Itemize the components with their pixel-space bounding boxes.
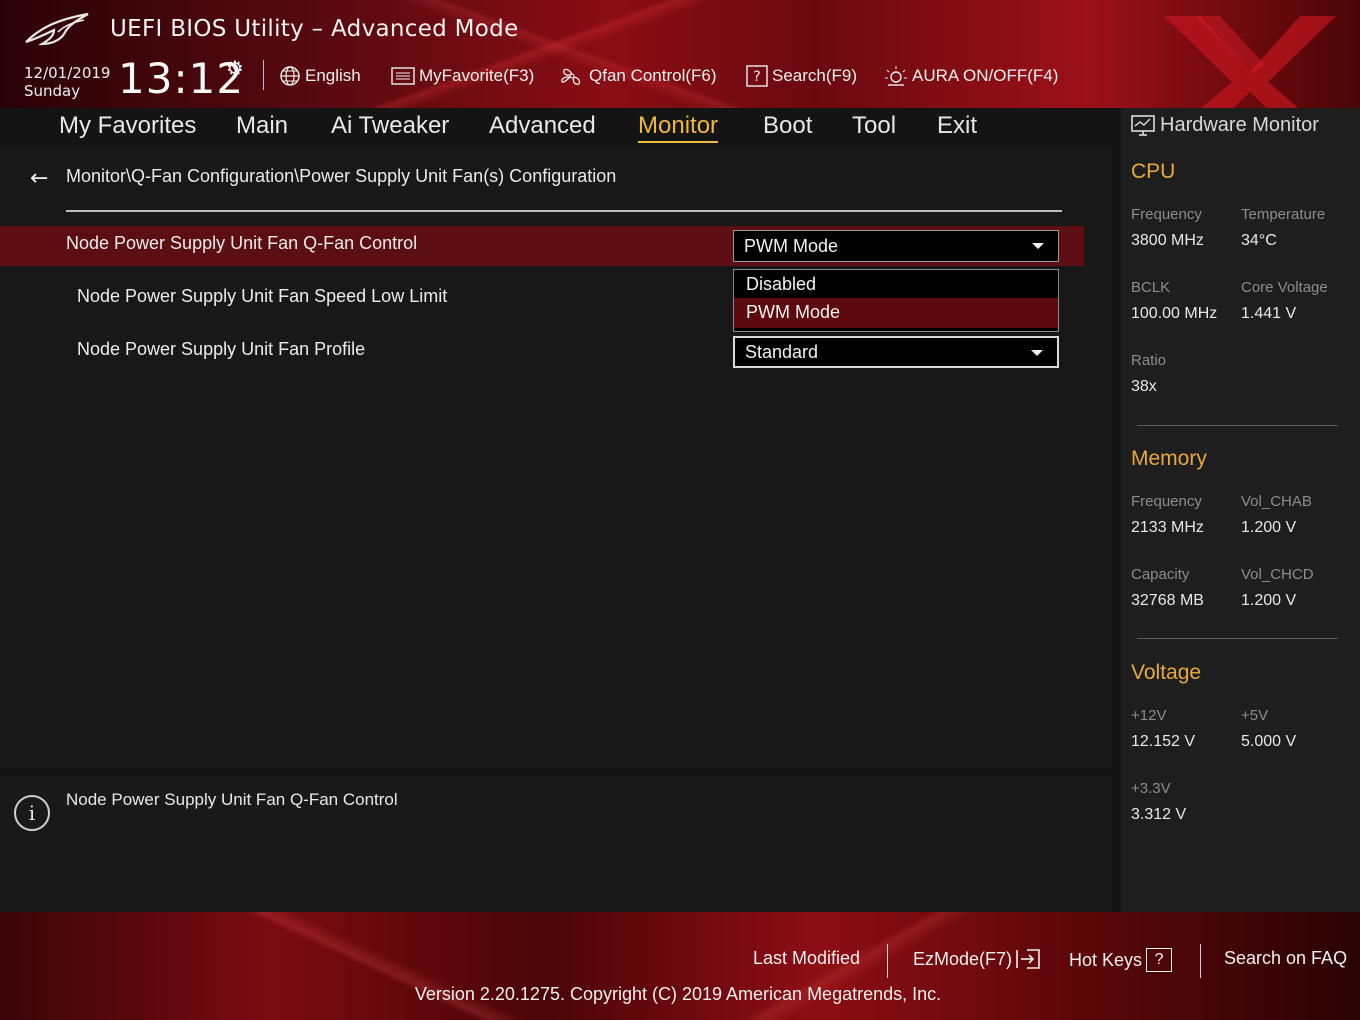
tab-ai-tweaker[interactable]: Ai Tweaker <box>331 112 449 140</box>
fan-profile-select[interactable]: Standard <box>733 336 1059 368</box>
breadcrumb-divider <box>66 210 1062 212</box>
fan-profile-value: Standard <box>745 341 819 362</box>
aura-toggle-button[interactable]: AURA ON/OFF(F4) <box>884 64 1058 88</box>
v12-label: +12V <box>1131 707 1167 724</box>
cpu-temperature-value: 34°C <box>1241 232 1277 249</box>
memory-frequency-label: Frequency <box>1131 493 1202 510</box>
clock-settings-gear-icon[interactable]: ⚙ <box>226 56 244 80</box>
dropdown-option-disabled[interactable]: Disabled <box>734 270 1058 300</box>
help-search-icon: ? <box>746 65 768 87</box>
last-modified-label: Last Modified <box>753 948 861 968</box>
app-title: UEFI BIOS Utility – Advanced Mode <box>110 16 519 42</box>
my-favorite-button[interactable]: MyFavorite(F3) <box>391 64 534 88</box>
tab-advanced[interactable]: Advanced <box>489 112 596 140</box>
dropdown-option-pwm-mode[interactable]: PWM Mode <box>734 298 1058 328</box>
core-voltage-value: 1.441 V <box>1241 305 1297 322</box>
date-display: 12/01/2019 Sunday <box>24 64 110 100</box>
version-text: Version 2.20.1275. Copyright (C) 2019 Am… <box>0 984 1360 1005</box>
ezmode-button[interactable]: EzMode(F7) <box>913 948 1041 970</box>
option-label-speed-low-limit[interactable]: Node Power Supply Unit Fan Speed Low Lim… <box>77 286 447 307</box>
aura-light-icon <box>884 65 908 87</box>
cpu-temperature-label: Temperature <box>1241 206 1326 223</box>
header-divider <box>263 60 264 90</box>
search-faq-button[interactable]: Search on FAQ <box>1224 948 1347 969</box>
tab-monitor[interactable]: Monitor <box>638 112 719 143</box>
qfan-control-select[interactable]: PWM Mode <box>733 230 1059 262</box>
ezmode-exit-icon <box>1015 948 1041 970</box>
voltage-heading: Voltage <box>1131 661 1202 684</box>
ratio-value: 38x <box>1131 378 1157 395</box>
rog-logo-icon <box>25 12 89 46</box>
search-label: Search(F9) <box>772 66 858 85</box>
cpu-heading: CPU <box>1131 160 1176 183</box>
version-label: Version 2.20.1275. Copyright (C) 2019 Am… <box>414 984 942 1004</box>
globe-icon <box>279 65 301 87</box>
memory-heading: Memory <box>1131 447 1207 470</box>
v5-value: 5.000 V <box>1241 733 1297 750</box>
chevron-down-icon <box>1031 350 1043 356</box>
tab-boot[interactable]: Boot <box>763 112 812 140</box>
chevron-down-icon <box>1032 243 1044 249</box>
qfan-control-value: PWM Mode <box>744 235 839 256</box>
qfan-control-button[interactable]: Qfan Control(F6) <box>559 64 717 88</box>
qfan-control-label: Qfan Control(F6) <box>589 66 717 85</box>
ezmode-label: EzMode(F7) <box>913 948 1013 969</box>
bclk-value: 100.00 MHz <box>1131 305 1218 322</box>
day-text: Sunday <box>24 82 81 100</box>
last-modified-button[interactable]: Last Modified <box>753 948 860 969</box>
my-favorite-label: MyFavorite(F3) <box>419 66 535 85</box>
footer-divider <box>1200 944 1201 978</box>
bclk-label: BCLK <box>1131 279 1171 296</box>
language-button[interactable]: English <box>279 64 361 88</box>
hw-divider <box>1137 425 1338 426</box>
help-key-icon: ? <box>1146 948 1173 972</box>
language-label: English <box>305 66 361 85</box>
date-text: 12/01/2019 <box>24 64 111 82</box>
tab-my-favorites[interactable]: My Favorites <box>59 112 196 140</box>
capacity-label: Capacity <box>1131 566 1190 583</box>
cpu-frequency-label: Frequency <box>1131 206 1202 223</box>
breadcrumb: Monitor\Q-Fan Configuration\Power Supply… <box>66 166 617 186</box>
footer-divider <box>887 944 888 978</box>
svg-text:?: ? <box>753 69 760 85</box>
help-text: Node Power Supply Unit Fan Q-Fan Control <box>66 790 398 809</box>
option-label-fan-profile: Node Power Supply Unit Fan Profile <box>77 339 366 359</box>
vol-chcd-value: 1.200 V <box>1241 592 1297 609</box>
qfan-control-dropdown: Disabled PWM Mode <box>733 269 1059 332</box>
aura-label: AURA ON/OFF(F4) <box>912 66 1059 85</box>
ratio-label: Ratio <box>1131 352 1167 369</box>
capacity-value: 32768 MB <box>1131 592 1204 609</box>
hot-keys-label: Hot Keys <box>1069 949 1143 970</box>
hw-divider <box>1137 638 1338 639</box>
fan-icon <box>559 64 585 88</box>
tab-tool[interactable]: Tool <box>852 112 896 140</box>
memory-frequency-value: 2133 MHz <box>1131 519 1204 536</box>
v33-value: 3.312 V <box>1131 806 1187 823</box>
vol-chab-value: 1.200 V <box>1241 519 1297 536</box>
back-arrow-icon[interactable]: ← <box>30 166 48 191</box>
info-icon: i <box>14 795 50 831</box>
tab-exit[interactable]: Exit <box>937 112 977 140</box>
option-label-qfan-control: Node Power Supply Unit Fan Q-Fan Control <box>66 233 418 253</box>
v33-label: +3.3V <box>1131 780 1171 797</box>
v5-label: +5V <box>1241 707 1269 724</box>
search-button[interactable]: ? Search(F9) <box>746 64 857 88</box>
v12-value: 12.152 V <box>1131 733 1196 750</box>
monitor-icon <box>1131 115 1155 136</box>
hot-keys-button[interactable]: Hot Keys ? <box>1069 948 1173 972</box>
favorite-list-icon <box>391 66 415 86</box>
hardware-monitor-title: Hardware Monitor <box>1160 114 1319 136</box>
vol-chcd-label: Vol_CHCD <box>1241 566 1314 583</box>
vol-chab-label: Vol_CHAB <box>1241 493 1312 510</box>
cpu-frequency-value: 3800 MHz <box>1131 232 1204 249</box>
core-voltage-label: Core Voltage <box>1241 279 1328 296</box>
search-faq-label: Search on FAQ <box>1224 948 1348 968</box>
tab-main[interactable]: Main <box>236 112 288 140</box>
